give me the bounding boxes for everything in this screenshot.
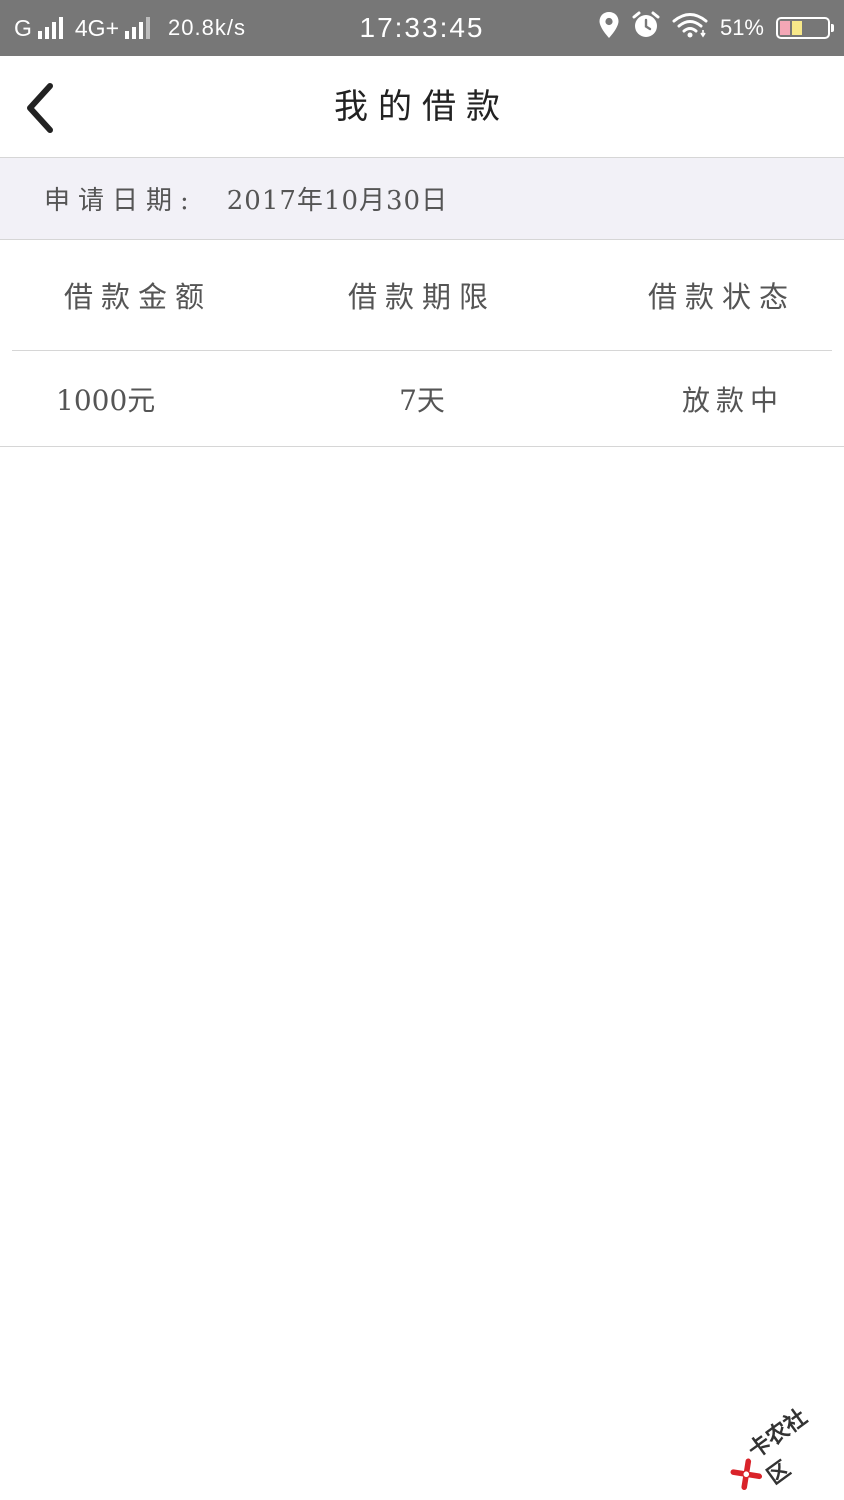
table-row[interactable]: 1000元 7天 放款中 [0, 351, 844, 447]
date-label: 申请日期: [44, 186, 197, 216]
network-type-1: G [14, 14, 32, 41]
loan-status: 放款中 [681, 383, 784, 417]
header-status: 借款状态 [647, 280, 796, 314]
wifi-icon [672, 12, 708, 44]
network-speed: 20.8k/s [168, 15, 246, 40]
location-pin-icon [598, 11, 620, 45]
date-value: 2017年10月30日 [226, 186, 449, 216]
signal-icon [125, 17, 151, 39]
watermark: 卡农社区 [716, 1388, 844, 1500]
network-type-2: 4G+ [74, 14, 120, 41]
battery-icon [776, 17, 834, 39]
battery-percent: 51% [719, 15, 764, 40]
loan-table: 借款金额 借款期限 借款状态 1000元 7天 放款中 [0, 240, 844, 447]
application-date-bar: 申请日期: 2017年10月30日 [0, 158, 844, 240]
nav-header: 我的借款 [0, 56, 844, 158]
table-header: 借款金额 借款期限 借款状态 [12, 240, 832, 351]
status-bar: G 4G+ 20.8k/s 17:33:45 51% [0, 0, 844, 56]
page-title: 我的借款 [334, 87, 510, 127]
status-right: 51% [598, 11, 834, 45]
alarm-icon [632, 11, 660, 45]
signal-icon [37, 17, 63, 39]
loan-page: G 4G+ 20.8k/s 17:33:45 51% 我的借款 申请日期: 20… [0, 0, 844, 1500]
status-left: G 4G+ 20.8k/s [14, 15, 246, 42]
